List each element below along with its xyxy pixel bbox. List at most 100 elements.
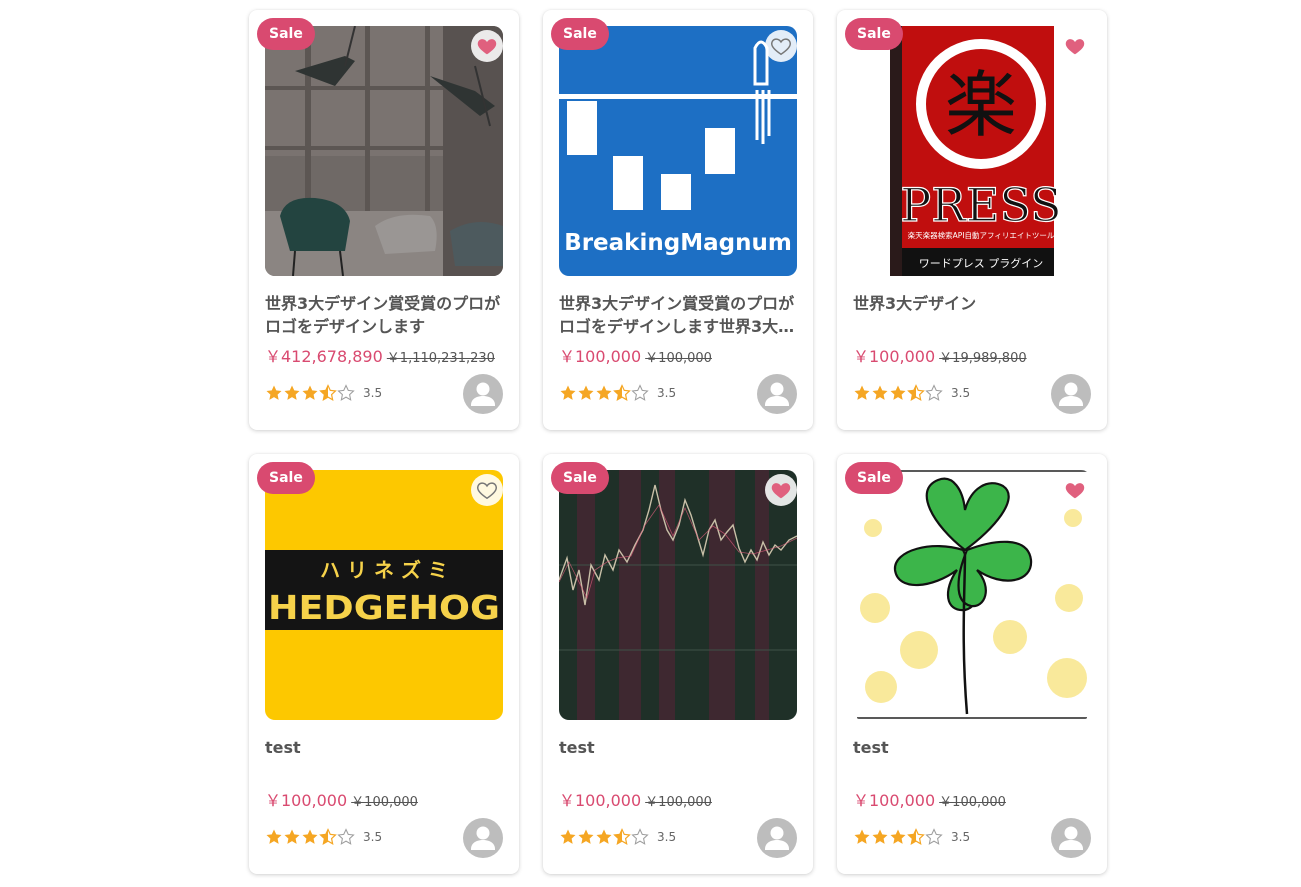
star-empty-icon bbox=[925, 828, 943, 845]
product-card[interactable]: Sale test ￥100,000 ￥100,000 3.5 bbox=[543, 454, 813, 874]
rating-stars: 3.5 bbox=[559, 384, 676, 402]
favorite-button[interactable] bbox=[471, 474, 503, 506]
star-icon bbox=[596, 385, 612, 400]
sale-badge: Sale bbox=[551, 462, 609, 494]
rating-value: 3.5 bbox=[363, 830, 383, 844]
user-icon bbox=[471, 826, 495, 850]
star-icon bbox=[578, 829, 594, 844]
sale-badge: Sale bbox=[257, 18, 315, 50]
trading-chart-photo bbox=[559, 470, 797, 720]
rating-value: 3.5 bbox=[951, 386, 971, 400]
original-price: ￥100,000 bbox=[645, 351, 712, 366]
star-icon bbox=[266, 829, 282, 844]
box-kanji: 楽 bbox=[945, 63, 1017, 147]
heart-outline-icon bbox=[771, 38, 791, 56]
sale-price: ￥100,000 bbox=[853, 791, 936, 810]
star-icon bbox=[284, 829, 300, 844]
logo-text: BreakingMagnum bbox=[564, 230, 792, 256]
product-title[interactable]: 世界3大デザイン賞受賞のプロがロゴをデザインします世界3大デザイン賞受賞のプロが… bbox=[559, 292, 797, 338]
star-icon bbox=[302, 829, 318, 844]
product-image[interactable] bbox=[265, 26, 503, 276]
product-title[interactable]: test bbox=[265, 736, 503, 782]
price: ￥100,000 ￥100,000 bbox=[265, 787, 418, 811]
user-icon bbox=[1059, 382, 1083, 406]
star-half-icon bbox=[907, 828, 925, 846]
product-title[interactable]: test bbox=[853, 736, 1091, 782]
favorite-button[interactable] bbox=[765, 30, 797, 62]
heart-icon bbox=[771, 483, 791, 499]
original-price: ￥100,000 bbox=[645, 795, 712, 810]
box-title: PRESS bbox=[900, 178, 1061, 232]
heart-icon bbox=[477, 39, 497, 55]
price: ￥100,000 ￥19,989,800 bbox=[853, 343, 1027, 367]
seller-avatar[interactable] bbox=[1051, 818, 1091, 858]
star-icon bbox=[890, 385, 906, 400]
sale-price: ￥100,000 bbox=[853, 347, 936, 366]
star-icon bbox=[560, 385, 576, 400]
favorite-button[interactable] bbox=[1059, 474, 1091, 506]
rating-stars: 3.5 bbox=[265, 828, 382, 846]
product-card[interactable]: Sale test ￥100,000 ￥100,000 3.5 bbox=[837, 454, 1107, 874]
original-price: ￥100,000 bbox=[351, 795, 418, 810]
sale-price: ￥412,678,890 bbox=[265, 347, 383, 366]
seller-avatar[interactable] bbox=[463, 374, 503, 414]
four-leaf-clover-drawing bbox=[853, 470, 1091, 720]
favorite-button[interactable] bbox=[765, 474, 797, 506]
seller-avatar[interactable] bbox=[1051, 374, 1091, 414]
sale-badge: Sale bbox=[845, 18, 903, 50]
seller-avatar[interactable] bbox=[463, 818, 503, 858]
sale-badge: Sale bbox=[551, 18, 609, 50]
rating-value: 3.5 bbox=[657, 830, 677, 844]
price: ￥100,000 ￥100,000 bbox=[559, 343, 712, 367]
star-icon bbox=[284, 385, 300, 400]
seller-avatar[interactable] bbox=[757, 374, 797, 414]
heart-outline-icon bbox=[477, 482, 497, 500]
favorite-button[interactable] bbox=[471, 30, 503, 62]
rating-value: 3.5 bbox=[951, 830, 971, 844]
rating-stars: 3.5 bbox=[853, 828, 970, 846]
rakupress-box: 楽 PRESS 楽天楽器検索API自動アフィリエイトツール ワードプレス プラグ… bbox=[853, 26, 1091, 276]
favorite-button[interactable] bbox=[1059, 30, 1091, 62]
star-empty-icon bbox=[925, 384, 943, 401]
product-image[interactable]: ハ リ ネ ズ ミ HEDGEHOG bbox=[265, 470, 503, 720]
star-empty-icon bbox=[337, 384, 355, 401]
star-half-icon bbox=[319, 828, 337, 846]
seller-avatar[interactable] bbox=[757, 818, 797, 858]
star-icon bbox=[596, 829, 612, 844]
star-icon bbox=[560, 829, 576, 844]
sale-price: ￥100,000 bbox=[265, 791, 348, 810]
box-subtitle: 楽天楽器検索API自動アフィリエイトツール bbox=[908, 230, 1055, 240]
star-icon bbox=[872, 829, 888, 844]
star-icon bbox=[578, 385, 594, 400]
sale-price: ￥100,000 bbox=[559, 791, 642, 810]
price: ￥412,678,890 ￥1,110,231,230 bbox=[265, 343, 495, 367]
rating-stars: 3.5 bbox=[853, 384, 970, 402]
logo-katakana: ハ リ ネ ズ ミ bbox=[320, 558, 448, 582]
original-price: ￥1,110,231,230 bbox=[386, 351, 495, 366]
product-card[interactable]: Sale ハ リ ネ ズ ミ HEDGEHOG test ￥100,000 ￥10… bbox=[249, 454, 519, 874]
star-icon bbox=[266, 385, 282, 400]
price: ￥100,000 ￥100,000 bbox=[559, 787, 712, 811]
rating-value: 3.5 bbox=[363, 386, 383, 400]
product-card[interactable]: Sale BreakingMagnum 世界3大デザイン賞受賞のプロがロゴをデザ… bbox=[543, 10, 813, 430]
product-card[interactable]: Sale 世界3大デザイン賞受賞のプロがロゴをデザインします ￥412,678,… bbox=[249, 10, 519, 430]
star-half-icon bbox=[613, 384, 631, 402]
user-icon bbox=[471, 382, 495, 406]
product-image[interactable]: BreakingMagnum bbox=[559, 26, 797, 276]
product-card[interactable]: Sale 楽 PRESS 楽天楽器検索API自動アフィリエイトツール ワードプレ… bbox=[837, 10, 1107, 430]
original-price: ￥19,989,800 bbox=[939, 351, 1027, 366]
star-half-icon bbox=[613, 828, 631, 846]
product-image[interactable]: 楽 PRESS 楽天楽器検索API自動アフィリエイトツール ワードプレス プラグ… bbox=[853, 26, 1091, 276]
star-icon bbox=[854, 829, 870, 844]
rating-stars: 3.5 bbox=[559, 828, 676, 846]
product-image[interactable] bbox=[853, 470, 1091, 720]
product-title[interactable]: 世界3大デザイン賞受賞のプロがロゴをデザインします bbox=[265, 292, 503, 338]
product-image[interactable] bbox=[559, 470, 797, 720]
star-icon bbox=[872, 385, 888, 400]
product-title[interactable]: 世界3大デザイン bbox=[853, 292, 1091, 338]
office-chairs-photo bbox=[265, 26, 503, 276]
original-price: ￥100,000 bbox=[939, 795, 1006, 810]
product-title[interactable]: test bbox=[559, 736, 797, 782]
sale-badge: Sale bbox=[845, 462, 903, 494]
logo-text: HEDGEHOG bbox=[268, 588, 500, 627]
